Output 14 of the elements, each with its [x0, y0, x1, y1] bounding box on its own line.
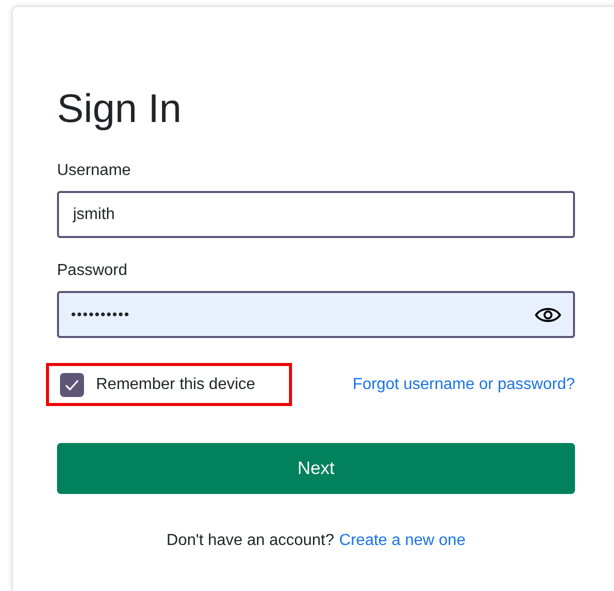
remember-device-checkbox[interactable]: Remember this device	[46, 363, 292, 406]
signup-prompt: Don't have an account?	[166, 531, 334, 551]
next-button[interactable]: Next	[57, 443, 575, 494]
remember-label: Remember this device	[96, 374, 256, 394]
password-field[interactable]: ••••••••••	[57, 291, 575, 338]
page-title: Sign In	[57, 86, 182, 133]
create-account-link[interactable]: Create a new one	[339, 529, 466, 553]
masked-password: ••••••••••	[71, 305, 130, 324]
show-password-icon[interactable]	[535, 306, 561, 324]
username-field[interactable]: jsmith	[57, 191, 575, 238]
field-label: Password	[57, 261, 128, 281]
field-label: Username	[57, 161, 131, 181]
forgot-link[interactable]: Forgot username or password?	[352, 372, 575, 396]
checkbox[interactable]	[60, 372, 84, 396]
